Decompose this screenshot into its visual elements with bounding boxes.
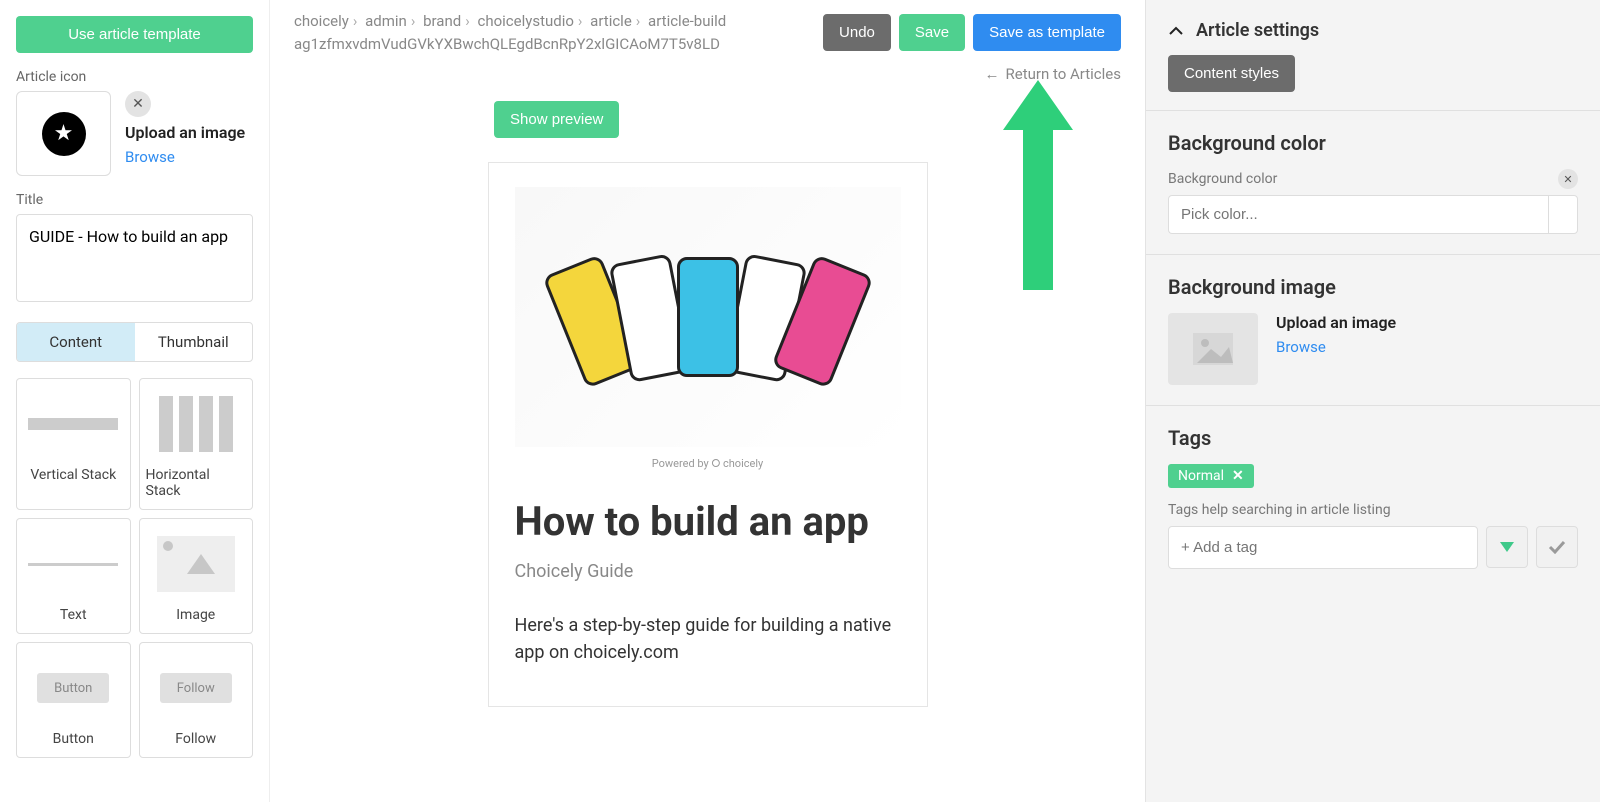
remove-tag-button[interactable]: ✕	[1232, 468, 1244, 484]
article-subtitle: Choicely Guide	[515, 561, 901, 582]
breadcrumb[interactable]: choicely› admin› brand› choicelystudio› …	[294, 10, 811, 55]
image-placeholder-icon	[1193, 333, 1233, 365]
block-follow[interactable]: Follow Follow	[139, 642, 254, 758]
block-button[interactable]: Button Button	[16, 642, 131, 758]
block-horizontal-stack[interactable]: Horizontal Stack	[139, 378, 254, 510]
content-styles-button[interactable]: Content styles	[1168, 55, 1295, 92]
block-label: Image	[176, 607, 215, 623]
title-input[interactable]	[16, 214, 253, 302]
vertical-stack-icon	[28, 387, 118, 461]
undo-button[interactable]: Undo	[823, 14, 891, 51]
article-icon-label: Article icon	[16, 69, 253, 85]
caret-down-icon	[1500, 542, 1514, 552]
bgimage-panel-title: Background image	[1168, 275, 1578, 299]
check-icon	[1548, 540, 1566, 554]
tag-chip-normal: Normal ✕	[1168, 464, 1254, 488]
bgimage-upload-label: Upload an image	[1276, 313, 1396, 332]
annotation-arrow-icon	[1003, 80, 1073, 300]
return-to-articles-link[interactable]: ←Return to Articles	[294, 65, 1121, 83]
follow-icon: Follow	[151, 651, 241, 725]
horizontal-stack-icon	[151, 387, 241, 461]
block-label: Vertical Stack	[30, 467, 116, 483]
block-text[interactable]: Text	[16, 518, 131, 634]
bgcolor-label: Background color	[1168, 171, 1277, 187]
article-preview-card: Powered by ⭘ choicely How to build an ap…	[488, 162, 928, 707]
close-icon: ✕	[132, 96, 144, 112]
save-as-template-button[interactable]: Save as template	[973, 14, 1121, 51]
content-tabs: Content Thumbnail	[16, 322, 253, 362]
powered-by-label: Powered by ⭘ choicely	[515, 457, 901, 471]
clear-bgcolor-button[interactable]: ✕	[1558, 169, 1578, 189]
left-sidebar: Use article template Article icon ★ ✕ Up…	[0, 0, 270, 802]
browse-link[interactable]: Browse	[125, 148, 245, 166]
block-image[interactable]: Image	[139, 518, 254, 634]
chevron-up-icon	[1168, 23, 1184, 39]
article-title: How to build an app	[515, 499, 901, 545]
upload-image-label: Upload an image	[125, 123, 245, 142]
bgcolor-panel-title: Background color	[1168, 131, 1578, 155]
image-icon	[151, 527, 241, 601]
tags-help-text: Tags help searching in article listing	[1168, 502, 1578, 518]
remove-icon-button[interactable]: ✕	[125, 91, 151, 117]
right-sidebar: Article settings Content styles Backgrou…	[1145, 0, 1600, 802]
tab-thumbnail[interactable]: Thumbnail	[135, 323, 253, 361]
use-template-button[interactable]: Use article template	[16, 16, 253, 53]
article-settings-header[interactable]: Article settings	[1146, 0, 1600, 55]
save-button[interactable]: Save	[899, 14, 965, 51]
title-label: Title	[16, 192, 253, 208]
block-label: Follow	[175, 731, 216, 747]
tab-content[interactable]: Content	[17, 323, 135, 361]
hero-image	[515, 187, 901, 447]
tag-dropdown-button[interactable]	[1486, 526, 1528, 568]
text-icon	[28, 527, 118, 601]
block-label: Text	[60, 607, 87, 623]
editor-canvas: choicely› admin› brand› choicelystudio› …	[270, 0, 1145, 802]
bgcolor-input[interactable]	[1168, 195, 1548, 234]
bgimage-browse-link[interactable]: Browse	[1276, 338, 1396, 356]
block-label: Button	[53, 731, 94, 747]
block-label: Horizontal Stack	[146, 467, 247, 499]
add-tag-input[interactable]	[1168, 526, 1478, 569]
tag-confirm-button[interactable]	[1536, 526, 1578, 568]
bgimage-thumbnail[interactable]	[1168, 313, 1258, 385]
star-icon: ★	[42, 112, 86, 156]
button-icon: Button	[28, 651, 118, 725]
arrow-left-icon: ←	[985, 65, 1000, 83]
article-icon-preview[interactable]: ★	[16, 91, 111, 176]
show-preview-button[interactable]: Show preview	[494, 101, 619, 138]
tags-panel-title: Tags	[1168, 426, 1578, 450]
block-vertical-stack[interactable]: Vertical Stack	[16, 378, 131, 510]
article-body: Here's a step-by-step guide for building…	[515, 612, 901, 666]
color-swatch[interactable]	[1548, 195, 1578, 234]
